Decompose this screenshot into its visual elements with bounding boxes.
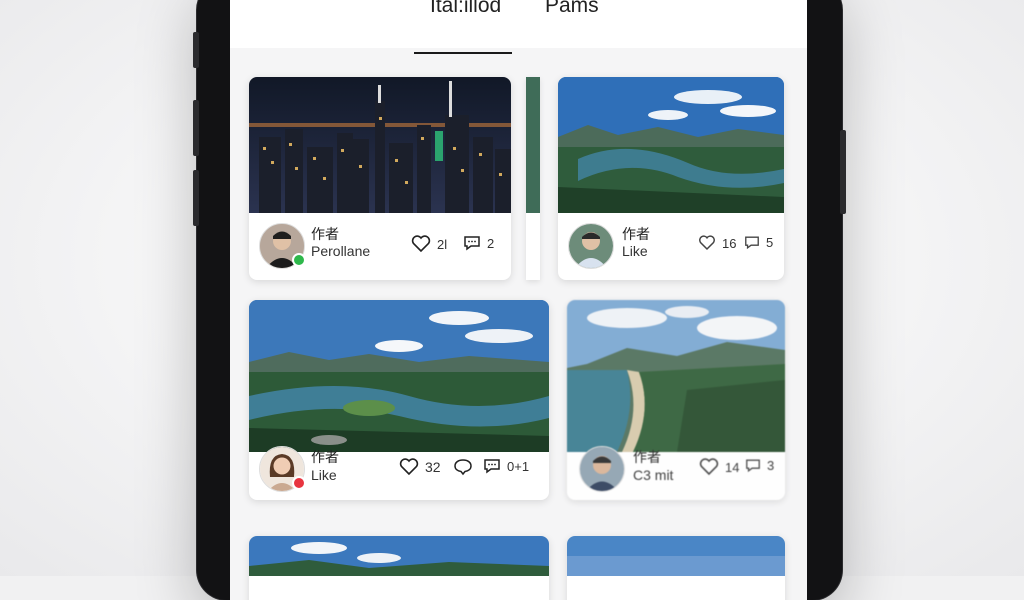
- comment-button[interactable]: 3: [745, 458, 774, 473]
- avatar[interactable]: [568, 223, 614, 269]
- like-button[interactable]: 14: [699, 458, 739, 476]
- card-meta: 作者 Like 32 0+1: [249, 446, 549, 500]
- app-screen: Ital:illod Pams 作者 Perollane 2l 2 作者 Lik…: [230, 0, 807, 600]
- sky-photo: [567, 536, 785, 576]
- like-button[interactable]: 32: [399, 458, 441, 476]
- power-button: [840, 130, 846, 214]
- heart-icon: [399, 458, 419, 476]
- comment-icon: [484, 459, 500, 474]
- volume-up-button: [193, 100, 199, 156]
- like-count: 2l: [437, 236, 448, 252]
- like-button[interactable]: 16: [698, 235, 736, 251]
- like-button[interactable]: 2l: [411, 235, 447, 253]
- card-meta: 作者 Perollane 2l 2: [249, 213, 511, 280]
- avatar[interactable]: [579, 446, 625, 492]
- message-button[interactable]: [453, 458, 473, 476]
- comment-button[interactable]: 5: [744, 235, 773, 250]
- chat-bubble-icon: [454, 459, 472, 476]
- person-icon: [569, 224, 613, 268]
- author-label: 作者: [311, 449, 339, 465]
- comment-button[interactable]: 0+1: [483, 458, 529, 474]
- tab-bar: Ital:illod Pams: [230, 0, 807, 54]
- comment-icon: [464, 236, 480, 251]
- mute-switch: [193, 32, 199, 68]
- comment-icon: [746, 459, 760, 473]
- carousel-next-card-edge: [526, 77, 540, 280]
- author-label: 作者: [633, 449, 661, 465]
- phone-frame: Ital:illod Pams 作者 Perollane 2l 2 作者 Lik…: [193, 0, 846, 600]
- coastline-photo: [567, 300, 785, 452]
- author-label: 作者: [622, 226, 650, 242]
- author-name: Like: [622, 243, 648, 259]
- heart-icon: [699, 458, 719, 476]
- heart-icon: [411, 235, 431, 253]
- card-meta: 作者 C3 mit 14 3: [567, 446, 785, 500]
- comment-count: 3: [767, 458, 775, 473]
- like-count: 16: [722, 235, 737, 251]
- city-night-photo: [249, 77, 511, 213]
- volume-down-button: [193, 170, 199, 226]
- busy-status-dot: [292, 476, 306, 490]
- post-card[interactable]: 作者 Perollane 2l 2: [249, 77, 511, 280]
- lake-landscape-photo: [558, 77, 784, 213]
- heart-icon: [699, 235, 715, 251]
- like-count: 32: [425, 459, 441, 475]
- post-card[interactable]: 作者 Like 32 0+1: [249, 300, 549, 500]
- island-lake-photo: [249, 300, 549, 452]
- like-count: 14: [725, 459, 740, 475]
- author-label: 作者: [311, 226, 339, 242]
- tab-illustrated[interactable]: Ital:illod: [422, 0, 509, 18]
- post-card[interactable]: 作者 C3 mit 14 3: [567, 300, 785, 500]
- comment-count: 2: [487, 235, 495, 251]
- comment-count: 5: [766, 235, 774, 250]
- post-card[interactable]: 作者 Like 16 5: [558, 77, 784, 280]
- card-meta: 作者 Like 16 5: [558, 213, 784, 280]
- landscape-photo: [249, 536, 549, 576]
- post-card[interactable]: [249, 536, 549, 600]
- person-icon: [580, 447, 624, 491]
- tab-pams[interactable]: Pams: [537, 0, 607, 18]
- post-card[interactable]: [567, 536, 785, 600]
- comment-count: 0+1: [507, 458, 530, 474]
- online-status-dot: [292, 253, 306, 267]
- author-name: Perollane: [311, 243, 371, 259]
- comment-icon: [745, 236, 759, 250]
- author-name: C3 mit: [633, 467, 674, 483]
- active-tab-indicator: [414, 52, 512, 54]
- author-name: Like: [311, 467, 337, 483]
- comment-button[interactable]: 2: [463, 235, 494, 251]
